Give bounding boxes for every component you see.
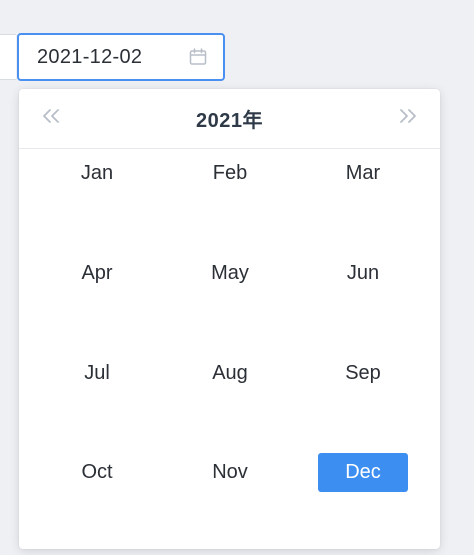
month-label: Jan (80, 161, 114, 184)
adjacent-input-edge[interactable] (0, 34, 16, 80)
month-label: Feb (212, 161, 248, 184)
month-label: Dec (318, 452, 408, 492)
prev-year-button[interactable] (31, 89, 71, 148)
month-cell-jul[interactable]: Jul (27, 353, 167, 393)
month-label: Oct (81, 460, 113, 483)
double-chevron-left-icon (40, 107, 62, 130)
calendar-icon (187, 46, 209, 68)
month-label: Jun (346, 261, 380, 284)
month-cell-oct[interactable]: Oct (27, 452, 167, 492)
month-label: Mar (345, 161, 381, 184)
month-cell-apr[interactable]: Apr (27, 253, 167, 293)
month-grid: Jan Feb Mar Apr May Jun Jul Aug Sep Oct … (19, 149, 440, 547)
month-cell-mar[interactable]: Mar (293, 153, 433, 193)
month-cell-sep[interactable]: Sep (293, 353, 433, 393)
month-label: Nov (212, 460, 248, 483)
month-label: Jul (84, 361, 110, 384)
year-label[interactable]: 2021年 (196, 104, 263, 133)
page: 2021-12-02 2021年 Jan Feb Mar Apr May Jun… (0, 0, 474, 555)
date-input[interactable]: 2021-12-02 (17, 33, 225, 81)
double-chevron-right-icon (397, 107, 419, 130)
month-cell-dec-selected[interactable]: Dec (293, 452, 433, 492)
month-label: Apr (81, 261, 113, 284)
month-label: Sep (345, 361, 381, 384)
month-cell-aug[interactable]: Aug (160, 353, 300, 393)
month-cell-feb[interactable]: Feb (160, 153, 300, 193)
date-input-value: 2021-12-02 (37, 45, 143, 68)
month-cell-nov[interactable]: Nov (160, 452, 300, 492)
month-cell-may[interactable]: May (160, 253, 300, 293)
month-picker-popup: 2021年 Jan Feb Mar Apr May Jun Jul Aug Se… (19, 89, 440, 549)
next-year-button[interactable] (388, 89, 428, 148)
picker-header: 2021年 (19, 89, 440, 149)
month-label: Aug (212, 361, 248, 384)
month-label: May (211, 261, 249, 284)
month-cell-jan[interactable]: Jan (27, 153, 167, 193)
month-cell-jun[interactable]: Jun (293, 253, 433, 293)
